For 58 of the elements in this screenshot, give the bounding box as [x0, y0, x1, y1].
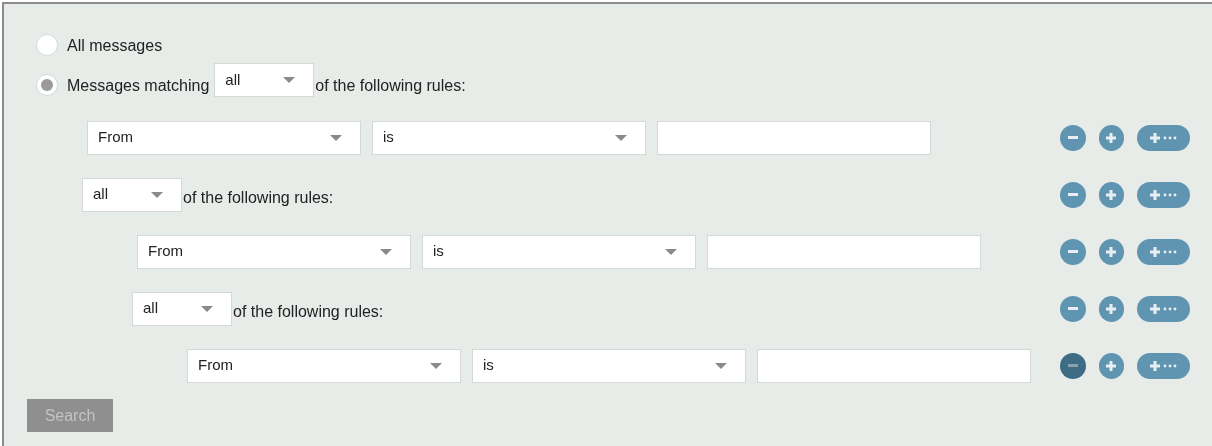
plus-icon [1106, 303, 1117, 314]
radio-label: All messages [67, 36, 163, 56]
field-select[interactable]: From [87, 120, 361, 155]
operator-select[interactable]: is [472, 348, 746, 383]
plus-more-icon [1149, 246, 1178, 257]
plus-icon [1106, 246, 1117, 257]
minus-icon [1067, 363, 1078, 368]
remove-button[interactable] [1060, 295, 1086, 322]
value-field[interactable] [707, 234, 981, 269]
minus-icon [1067, 135, 1078, 140]
plus-icon [1106, 189, 1117, 200]
value-field[interactable] [657, 120, 931, 155]
caret-icon [430, 362, 442, 369]
field-select[interactable]: From [187, 348, 461, 383]
plus-more-icon [1149, 360, 1178, 371]
caret-icon [715, 362, 727, 369]
remove-button[interactable] [1060, 124, 1086, 151]
radio-label: Messages matching [67, 76, 210, 96]
minus-icon [1067, 249, 1078, 254]
caret-icon [665, 248, 677, 255]
caret-icon [151, 191, 163, 198]
plus-more-icon [1149, 303, 1178, 314]
minus-icon [1067, 192, 1078, 197]
caret-icon [283, 77, 296, 83]
plus-more-icon [1149, 132, 1178, 143]
add-button[interactable] [1098, 181, 1125, 208]
caret-icon [380, 248, 392, 255]
caret-icon [201, 305, 213, 312]
add-group-button[interactable] [1137, 238, 1190, 265]
minus-icon [1067, 306, 1078, 311]
radio-button[interactable] [36, 34, 58, 56]
add-group-button[interactable] [1137, 181, 1190, 208]
remove-button[interactable] [1060, 352, 1086, 379]
plus-more-icon [1149, 189, 1178, 200]
match-select[interactable]: all [132, 291, 232, 326]
caret-icon [615, 134, 627, 141]
group-label: of the following rules: [183, 187, 334, 208]
remove-button[interactable] [1060, 238, 1086, 265]
add-group-button[interactable] [1137, 295, 1190, 322]
add-button[interactable] [1098, 238, 1125, 265]
group-label: of the following rules: [233, 301, 384, 322]
add-button[interactable] [1098, 352, 1125, 379]
radio-button[interactable] [36, 74, 58, 96]
match-select[interactable]: all [82, 177, 182, 212]
add-button[interactable] [1098, 124, 1125, 151]
plus-icon [1106, 132, 1117, 143]
caret-icon [330, 134, 342, 141]
plus-icon [1106, 360, 1117, 371]
match-select[interactable]: all [214, 63, 315, 97]
field-select[interactable]: From [137, 234, 411, 269]
add-group-button[interactable] [1137, 352, 1190, 379]
rules-label: of the following rules: [315, 76, 466, 96]
operator-select[interactable]: is [372, 120, 646, 155]
value-field[interactable] [757, 348, 1031, 383]
operator-select[interactable]: is [422, 234, 696, 269]
add-button[interactable] [1098, 295, 1125, 322]
remove-button[interactable] [1060, 181, 1086, 208]
add-group-button[interactable] [1137, 124, 1190, 151]
